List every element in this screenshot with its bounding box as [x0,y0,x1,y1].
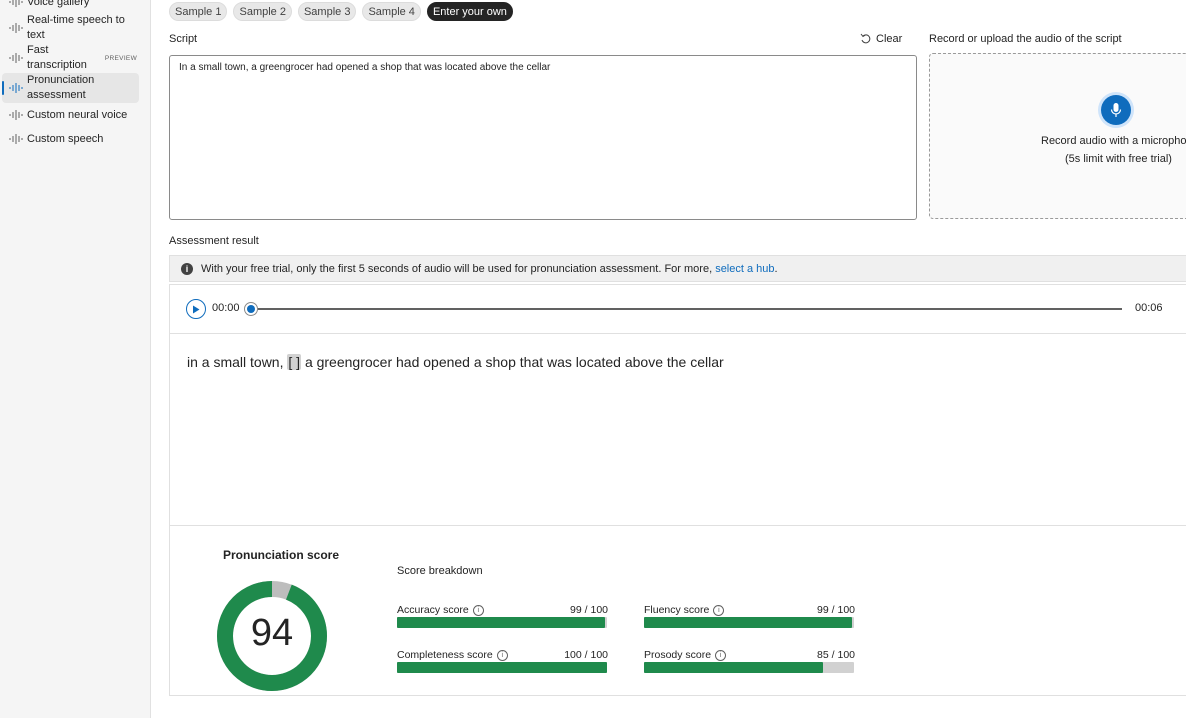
waveform-icon [9,83,23,93]
microphone-button[interactable] [1101,95,1131,125]
waveform-icon [9,23,23,33]
info-icon[interactable]: i [496,649,508,661]
sample-chip-1[interactable]: Sample 1 [169,2,228,21]
pronunciation-score-title: Pronunciation score [223,548,340,562]
sidebar-item-label: Voice gallery [27,0,90,8]
metric-value: 99 / 100 [817,604,855,616]
enter-your-own-chip[interactable]: Enter your own [426,2,513,21]
sidebar-item-custom-neural-voice[interactable]: Custom neural voice [2,107,139,123]
metric-fill [397,617,605,628]
transcript-segment: in a small town, [187,354,284,370]
record-upload-area[interactable]: Record audio with a microphone (5s limit… [929,53,1186,219]
total-time: 00:06 [1135,302,1163,314]
script-textarea[interactable]: In a small town, a greengrocer had opene… [169,55,917,220]
info-text: With your free trial, only the first 5 s… [201,262,713,275]
score-breakdown-label: Score breakdown [397,565,483,577]
sidebar-item-custom-speech[interactable]: Custom speech [2,131,139,147]
waveform-icon [9,0,23,7]
play-button[interactable] [186,299,206,319]
metric-fill [644,662,823,673]
record-line-2: (5s limit with free trial) [1065,153,1172,165]
record-label: Record or upload the audio of the script [929,33,1122,45]
sidebar-item-label: Pronunciation assessment [27,74,95,101]
sample-chips: Sample 1 Sample 2 Sample 3 Sample 4 Ente… [169,2,513,21]
assessment-result-label: Assessment result [169,235,259,247]
metric-track [644,662,854,673]
sidebar-item-pronunciation-assessment[interactable]: Pronunciation assessment [2,73,139,103]
play-icon [193,305,200,313]
metric-track [397,617,607,628]
clear-label: Clear [876,33,903,45]
active-indicator [2,81,4,95]
metric-label: Fluency score i [644,604,725,616]
metric-name: Accuracy score [397,604,469,616]
metric-track [644,617,854,628]
metric-fill [644,617,852,628]
sidebar-item-label: Custom speech [27,132,104,145]
metric-label: Accuracy score i [397,604,484,616]
sidebar-item-label: Fast transcription [27,44,87,71]
unexpected-break-marker[interactable]: [ ] [287,354,302,370]
sidebar-item-fast-transcription[interactable]: Fast transcription PREVIEW [2,43,139,73]
metric-name: Completeness score [397,649,493,661]
info-icon[interactable]: i [715,649,727,661]
metric-value: 85 / 100 [817,649,855,661]
scores-section: Pronunciation score 94 Score breakdown A… [170,525,1186,697]
script-label: Script [169,33,198,45]
sidebar-nav: Voice gallery Real-time speech to text F… [0,0,151,718]
seek-track[interactable] [250,308,1122,310]
current-time: 00:00 [212,302,240,314]
clear-button[interactable]: Clear [860,33,902,45]
info-icon[interactable]: i [472,604,484,616]
sample-chip-3[interactable]: Sample 3 [297,2,357,21]
microphone-icon [1110,103,1122,117]
preview-badge: PREVIEW [104,54,137,62]
audio-player: 00:00 00:06 [170,285,1186,334]
metric-name: Prosody score [644,649,712,661]
record-line-1: Record audio with a microphone [1041,135,1186,147]
waveform-icon [9,53,23,63]
pronunciation-score-value: 94 [250,612,294,654]
info-end: . [774,262,778,275]
free-trial-info-bar: i With your free trial, only the first 5… [169,255,1186,282]
assessment-result-panel: 00:00 00:06 in a small town, [ ] a green… [169,284,1186,696]
sample-chip-4[interactable]: Sample 4 [362,2,421,21]
waveform-icon [9,110,23,120]
transcript-segment: a greengrocer had opened a shop that was… [304,354,724,370]
undo-icon [860,33,871,44]
metric-label: Completeness score i [397,649,508,661]
metric-name: Fluency score [644,604,710,616]
metric-value: 100 / 100 [564,649,608,661]
select-hub-link[interactable]: select a hub [715,263,774,275]
sidebar-item-realtime-stt[interactable]: Real-time speech to text [2,13,139,43]
main-content: Sample 1 Sample 2 Sample 3 Sample 4 Ente… [152,0,1186,718]
seek-thumb[interactable] [244,302,258,316]
metric-fill [397,662,607,673]
metric-value: 99 / 100 [570,604,608,616]
sidebar-item-label: Real-time speech to text [27,14,125,41]
sidebar-item-label: Custom neural voice [27,108,128,121]
sample-chip-2[interactable]: Sample 2 [233,2,292,21]
metric-label: Prosody score i [644,649,727,661]
info-icon: i [181,262,193,275]
waveform-icon [9,134,23,144]
sidebar-item-voice-gallery[interactable]: Voice gallery [2,0,139,10]
info-icon[interactable]: i [713,604,725,616]
metric-track [397,662,607,673]
record-instructions: Record audio with a microphone (5s limit… [1041,132,1186,168]
assessed-transcript: in a small town, [ ] a greengrocer had o… [187,354,724,370]
